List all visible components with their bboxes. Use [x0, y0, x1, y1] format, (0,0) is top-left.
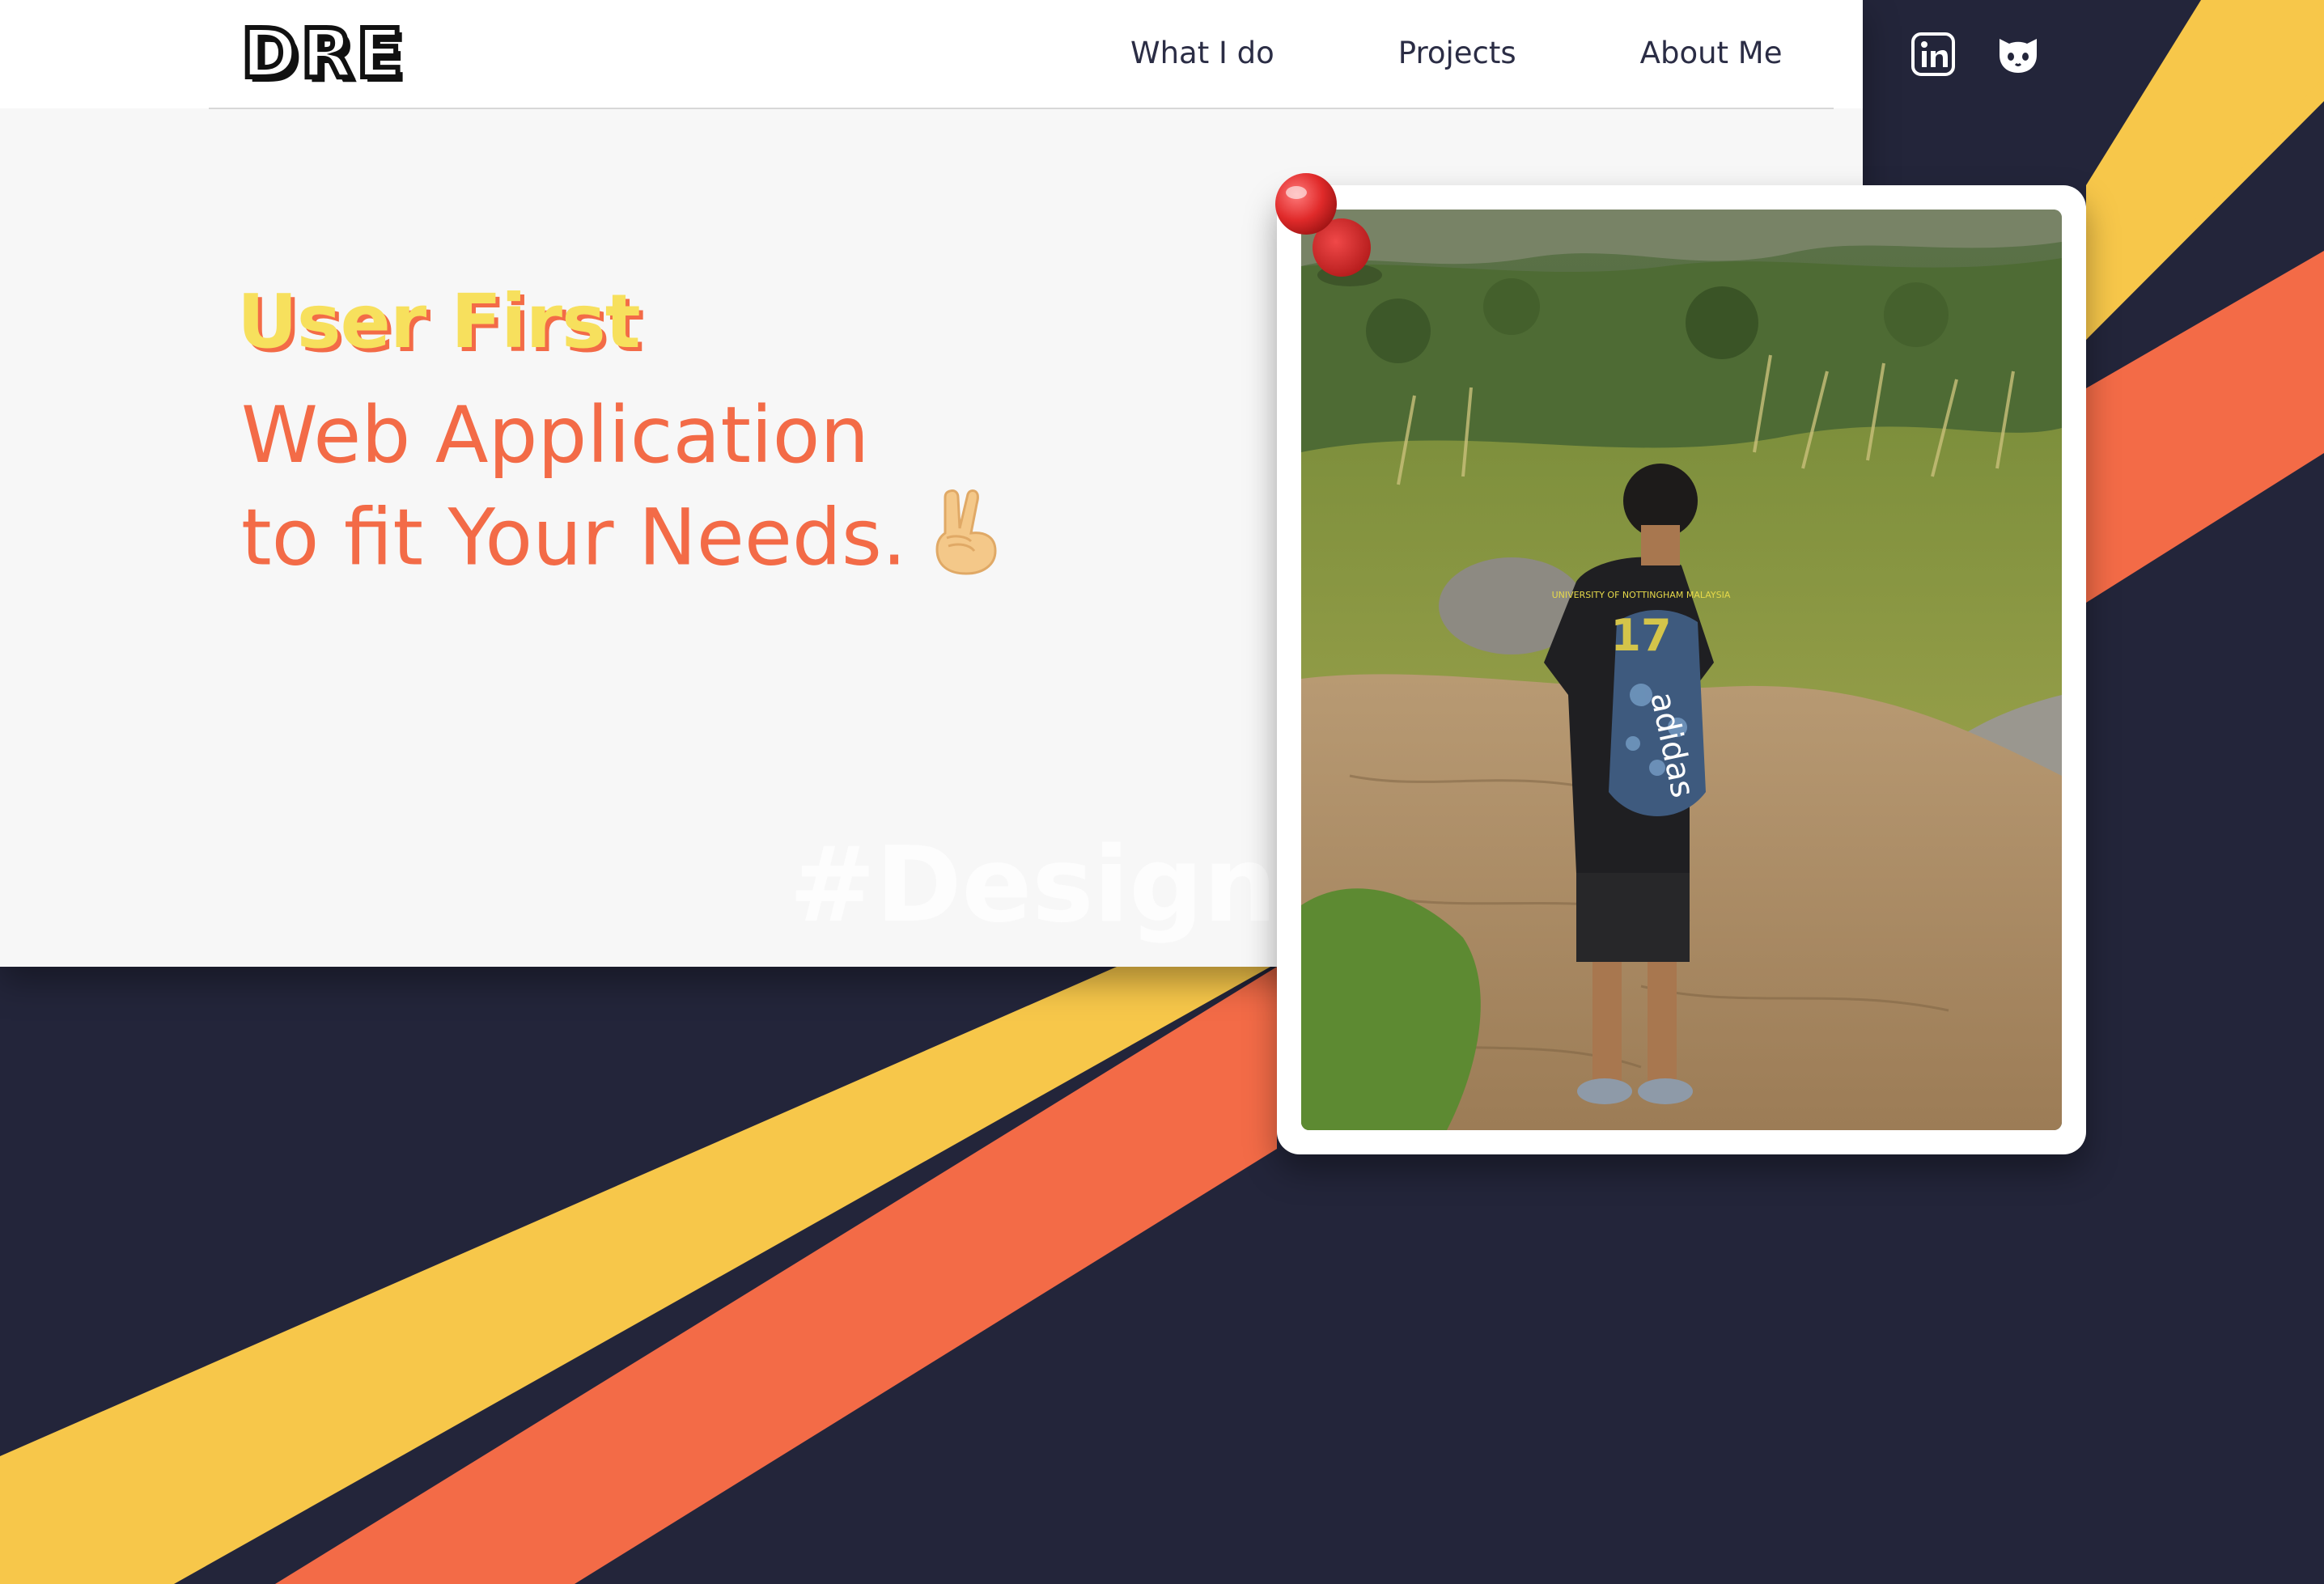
profile-photo: adidas UNIVERSITY OF NOTTINGHAM MALAYSIA…	[1301, 210, 2062, 1130]
header-divider	[209, 108, 1024, 109]
hero-tagline: User First	[237, 278, 641, 365]
shirt-number: 17	[1610, 610, 1671, 661]
linkedin-icon	[1911, 32, 1955, 76]
github-link[interactable]	[1995, 31, 2042, 81]
shirt-text: UNIVERSITY OF NOTTINGHAM MALAYSIA	[1552, 590, 1731, 600]
headline-line-2: to fit Your Needs.	[241, 492, 907, 583]
design-watermark: #Design	[789, 825, 1278, 946]
nav-projects[interactable]: Projects	[1398, 32, 1516, 74]
nav-about-me[interactable]: About Me	[1640, 32, 1783, 74]
github-icon	[2000, 39, 2037, 73]
push-pin-icon	[1261, 162, 1398, 303]
headline-line-1: Web Application	[241, 390, 870, 481]
nav-what-i-do[interactable]: What I do	[1130, 32, 1274, 74]
header-divider	[1024, 108, 1834, 109]
photo-card: adidas UNIVERSITY OF NOTTINGHAM MALAYSIA…	[1277, 185, 2086, 1154]
victory-hand-icon	[926, 486, 1003, 599]
main-nav: What I do Projects About Me	[1130, 32, 1783, 74]
site-logo[interactable]: DRE	[239, 17, 406, 90]
hero-headline: Web Application to fit Your Needs.	[241, 384, 1003, 599]
linkedin-link[interactable]	[1910, 31, 1957, 81]
